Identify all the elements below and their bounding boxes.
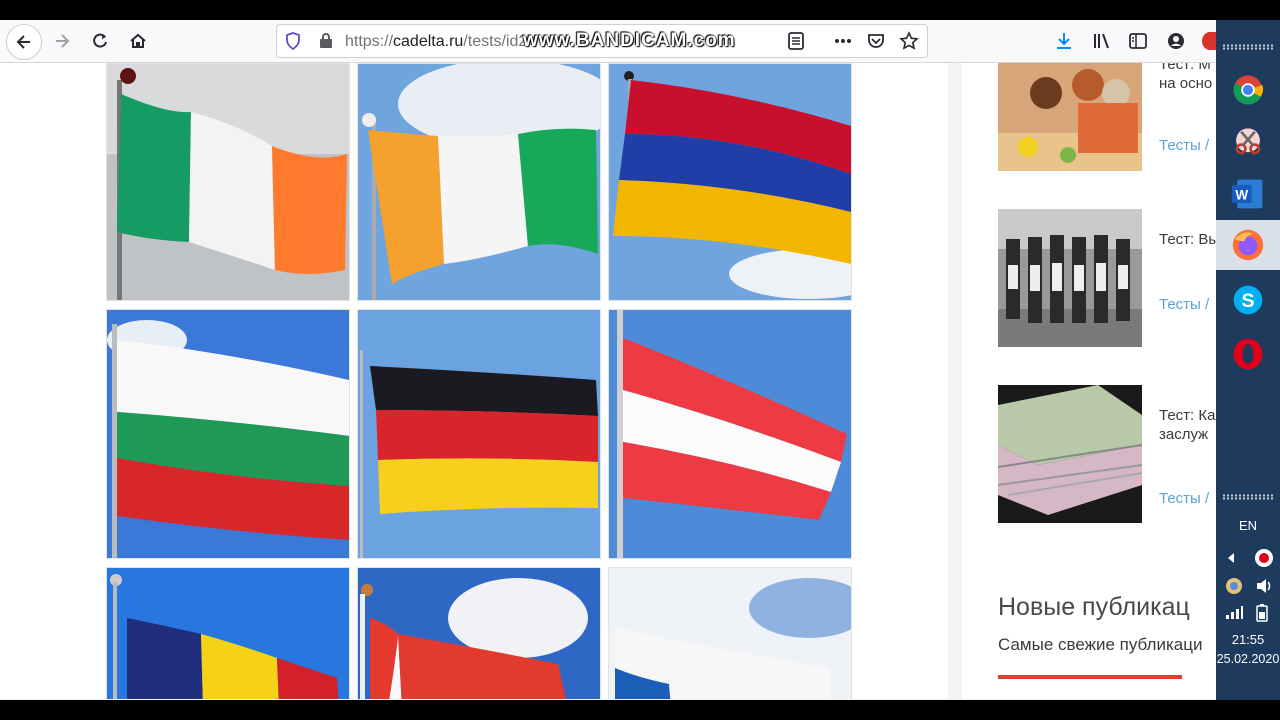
downloads-button[interactable] [1048, 25, 1080, 57]
article-title[interactable]: Тест: Вы [1159, 230, 1216, 249]
article-thumbnail[interactable] [998, 209, 1142, 347]
flag-image-armenia[interactable] [608, 63, 852, 301]
clock-time[interactable]: 21:55 [1216, 632, 1280, 647]
signal-icon[interactable] [1224, 604, 1244, 620]
article-category-link[interactable]: Тесты / [1159, 137, 1209, 154]
url-host: cadelta.ru [393, 33, 464, 50]
account-button[interactable] [1160, 25, 1192, 57]
network-icon[interactable] [1224, 576, 1244, 596]
url-scheme: https:// [345, 33, 394, 50]
page-content: Тест: Мна осно Тесты / Тест: Вы Тесты / … [0, 63, 1216, 699]
recording-watermark: www.BANDICAM.com [523, 30, 736, 51]
flag-image-peru[interactable] [357, 567, 601, 699]
article-title[interactable]: Тест: Ка заслуж [1159, 406, 1215, 444]
opera-icon[interactable] [1228, 334, 1268, 374]
article-thumbnail[interactable] [998, 63, 1142, 171]
flag-image-austria[interactable] [608, 309, 852, 559]
volume-icon[interactable] [1254, 576, 1274, 596]
reload-button[interactable] [84, 25, 116, 57]
sidebar-separator [948, 63, 962, 699]
home-icon [130, 33, 146, 48]
flag-image-ireland[interactable] [106, 63, 350, 301]
star-icon[interactable] [899, 31, 919, 51]
url-text[interactable]: https://cadelta.ru/tests/id2 [345, 33, 527, 51]
sidebar-button[interactable] [1122, 25, 1154, 57]
back-button[interactable] [6, 24, 42, 60]
article-category-link[interactable]: Тесты / [1159, 296, 1209, 313]
flag-image-bulgaria[interactable] [106, 309, 350, 559]
article-thumbnail[interactable] [998, 385, 1142, 523]
battery-icon[interactable] [1254, 604, 1270, 622]
shield-icon[interactable] [285, 32, 301, 50]
chrome-icon[interactable] [1228, 70, 1268, 110]
flag-image-germany[interactable] [357, 309, 601, 559]
accent-bar [998, 675, 1182, 679]
more-icon[interactable] [833, 32, 853, 50]
new-publications-subtitle: Самые свежие публикаци [998, 635, 1203, 654]
arrow-right-icon [56, 34, 70, 48]
skype-icon[interactable]: S [1228, 280, 1268, 320]
article-title[interactable]: Тест: Мна осно [1159, 63, 1212, 93]
snipping-tool-icon[interactable] [1228, 122, 1268, 162]
pocket-icon[interactable] [867, 32, 885, 50]
flag-image-romania[interactable] [106, 567, 350, 699]
forward-button[interactable] [46, 25, 78, 57]
sidebar-icon [1129, 33, 1147, 49]
new-publications-heading: Новые публикац [998, 593, 1190, 621]
language-indicator[interactable]: EN [1216, 518, 1280, 533]
tray-expand-icon[interactable] [1226, 552, 1236, 564]
browser-window: https://cadelta.ru/tests/id2 www.BANDICA… [0, 20, 1216, 700]
record-icon[interactable] [1254, 548, 1274, 568]
windows-taskbar: W S EN 21:55 25.02.2020 [1216, 20, 1280, 700]
taskbar-grip [1222, 494, 1274, 500]
clock-date[interactable]: 25.02.2020 [1214, 652, 1280, 666]
lock-icon[interactable] [319, 32, 333, 49]
url-path: /tests/id2 [463, 33, 528, 50]
flag-image-ivory-coast[interactable] [357, 63, 601, 301]
svg-text:S: S [1241, 290, 1254, 312]
taskbar-grip [1222, 44, 1274, 50]
arrow-left-icon [16, 35, 30, 49]
reload-icon [93, 33, 107, 48]
home-button[interactable] [122, 25, 154, 57]
download-icon [1057, 33, 1071, 49]
address-bar[interactable]: https://cadelta.ru/tests/id2 www.BANDICA… [276, 24, 928, 58]
adblock-icon[interactable] [1202, 32, 1216, 50]
article-category-link[interactable]: Тесты / [1159, 490, 1209, 507]
account-icon [1168, 33, 1184, 49]
reader-view-icon[interactable] [787, 32, 805, 50]
word-icon[interactable]: W [1228, 174, 1268, 214]
navigation-toolbar: https://cadelta.ru/tests/id2 www.BANDICA… [0, 20, 1216, 63]
library-icon [1094, 33, 1109, 49]
firefox-icon[interactable] [1216, 220, 1280, 270]
svg-text:W: W [1235, 187, 1248, 202]
flag-image-slovenia[interactable] [608, 567, 852, 699]
library-button[interactable] [1086, 25, 1118, 57]
